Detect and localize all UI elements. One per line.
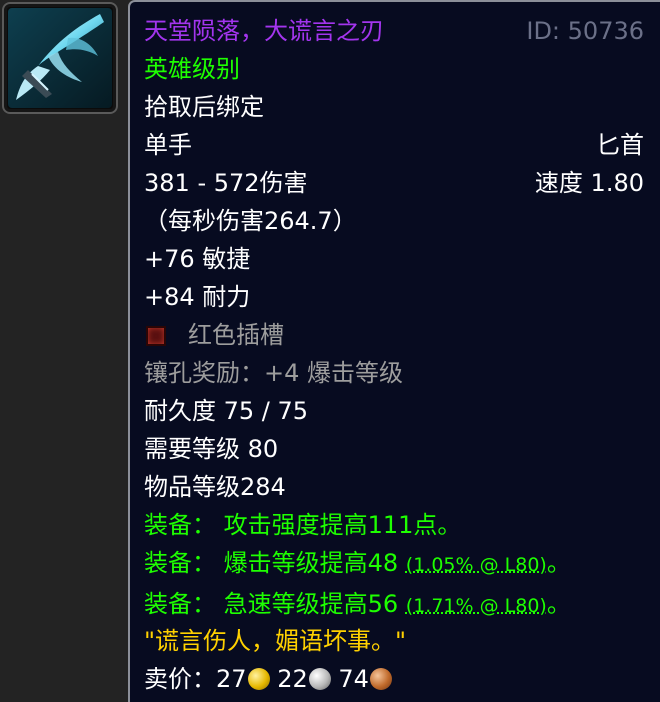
- stat-stamina: +84 耐力: [144, 283, 251, 311]
- flavor-text: "谎言伤人，媚语坏事。": [144, 627, 407, 655]
- sell-silver-amount: 22: [277, 665, 308, 693]
- equip-crit-detail[interactable]: (1.05% @ L80): [406, 554, 547, 576]
- item-damage-row: 381 - 572伤害 速度 1.80: [144, 165, 644, 201]
- red-socket-icon: [146, 326, 166, 346]
- dagger-item-icon: [8, 8, 112, 108]
- socket-label: 红色插槽: [188, 321, 284, 349]
- item-damage: 381 - 572伤害: [144, 169, 308, 197]
- gold-coin-icon: [247, 668, 270, 690]
- stat-agility: +76 敏捷: [144, 245, 251, 273]
- equip-haste-detail[interactable]: (1.71% @ L80): [406, 595, 547, 617]
- item-name-row: 天堂陨落，大谎言之刃 ID: 50736: [144, 13, 644, 49]
- equip-haste-end: 。: [546, 590, 571, 618]
- item-slot-row: 单手 匕首: [144, 127, 644, 163]
- sell-price-label: 卖价：: [144, 665, 216, 693]
- item-id: ID: 50736: [526, 17, 644, 45]
- copper-coin-icon: [369, 668, 392, 690]
- socket-bonus: 镶孔奖励：+4 爆击等级: [144, 359, 404, 387]
- item-tooltip: 天堂陨落，大谎言之刃 ID: 50736 英雄级别 拾取后绑定 单手 匕首 38…: [128, 0, 660, 702]
- silver-coin-icon: [308, 668, 331, 690]
- sell-price-row: 卖价：27 22 74: [144, 661, 644, 697]
- equip-effect-haste: 装备： 急速等级提高56 (1.71% @ L80)。: [144, 586, 644, 622]
- equip-effect-attack-power: 装备： 攻击强度提高111点。: [144, 511, 462, 539]
- equip-haste-text: 装备： 急速等级提高56: [144, 590, 406, 618]
- socket-row: 红色插槽: [144, 317, 644, 353]
- required-level: 需要等级 80: [144, 435, 279, 463]
- item-icon-frame[interactable]: [2, 2, 118, 114]
- equip-crit-text: 装备： 爆击等级提高48: [144, 549, 406, 577]
- equip-crit-end: 。: [546, 549, 571, 577]
- item-dps: （每秒伤害264.7）: [144, 207, 357, 235]
- item-speed: 速度 1.80: [534, 169, 644, 197]
- item-quality: 英雄级别: [144, 55, 240, 83]
- sell-copper-amount: 74: [338, 665, 369, 693]
- equip-effect-crit: 装备： 爆击等级提高48 (1.05% @ L80)。: [144, 545, 644, 581]
- item-binding: 拾取后绑定: [144, 93, 264, 121]
- item-slot: 单手: [144, 131, 192, 159]
- item-name[interactable]: 天堂陨落，大谎言之刃: [144, 17, 384, 45]
- sell-gold-amount: 27: [216, 665, 247, 693]
- item-weapon-type: 匕首: [596, 131, 644, 159]
- item-durability: 耐久度 75 / 75: [144, 397, 309, 425]
- item-level: 物品等级284: [144, 473, 286, 501]
